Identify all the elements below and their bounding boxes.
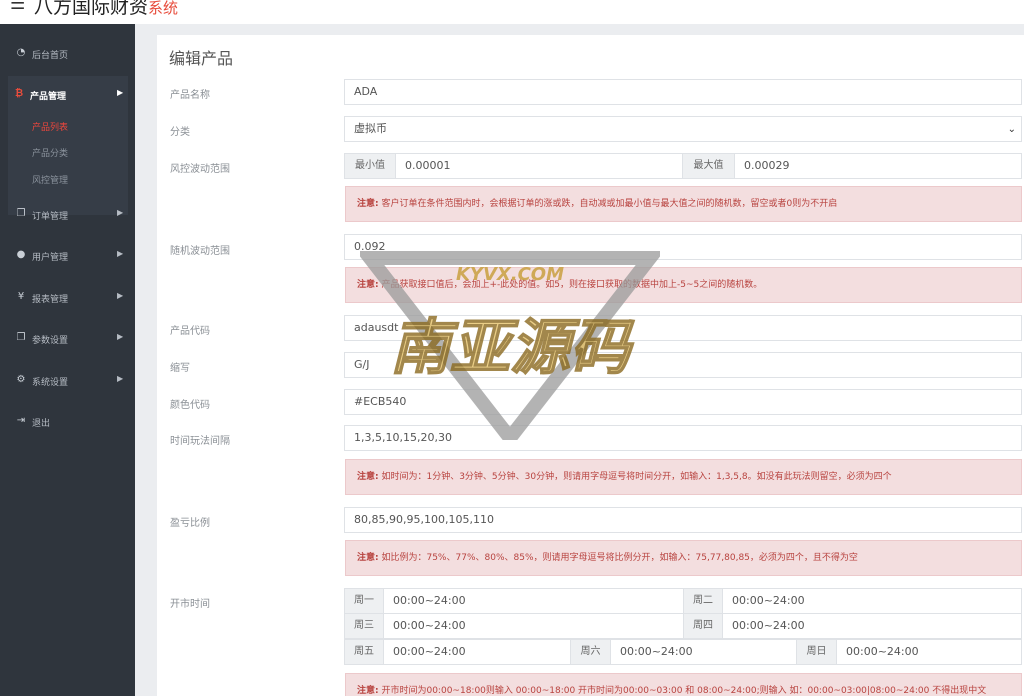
- category-select-value: 虚拟币: [354, 122, 387, 135]
- product-code-label: 产品代码: [170, 326, 210, 337]
- opening-input-thu[interactable]: 00:00~24:00: [722, 613, 1022, 639]
- day-addon-mon: 周一: [344, 588, 384, 614]
- sidebar-item-reports[interactable]: ¥ 报表管理 ▶: [0, 279, 135, 317]
- chevron-down-icon: ⌄: [1007, 124, 1016, 135]
- time-interval-label: 时间玩法间隔: [170, 436, 230, 447]
- day-addon-sun: 周日: [796, 639, 837, 665]
- sidebar-item-logout[interactable]: ⇥ 退出: [0, 403, 135, 441]
- chevron-right-icon: ▶: [117, 291, 124, 300]
- opening-input-sun[interactable]: 00:00~24:00: [836, 639, 1022, 665]
- min-value-addon: 最小值: [344, 153, 396, 179]
- page-title: 编辑产品: [169, 49, 234, 68]
- chevron-right-icon: ▶: [117, 374, 124, 383]
- product-name-input[interactable]: ADA: [344, 79, 1022, 105]
- ratio-notice: 注意: 如比例为：75%、77%、80%、85%，则请用字母逗号将比例分开，如输…: [345, 540, 1022, 576]
- user-icon: ●: [16, 249, 26, 260]
- dashboard-icon: ◔: [16, 47, 26, 58]
- day-addon-thu: 周四: [683, 613, 723, 639]
- cogs-icon: ⚙: [16, 374, 26, 385]
- opening-input-tue[interactable]: 00:00~24:00: [722, 588, 1022, 614]
- opening-input-fri[interactable]: 00:00~24:00: [383, 639, 571, 665]
- svg-text:南亚源码: 南亚源码: [390, 313, 635, 383]
- risk-min-input[interactable]: 0.00001: [395, 153, 683, 179]
- max-value-addon: 最大值: [682, 153, 735, 179]
- opening-input-sat[interactable]: 00:00~24:00: [610, 639, 797, 665]
- watermark-logo: KYVX.COM 南亚源码: [360, 251, 660, 440]
- sidebar-subitem-product-category[interactable]: 产品分类: [32, 146, 68, 159]
- sidebar-item-params[interactable]: ❐ 参数设置 ▶: [0, 320, 135, 358]
- hamburger-icon[interactable]: ☰: [10, 0, 25, 14]
- app-title: 八方国际财资系统: [34, 0, 179, 18]
- sidebar-subitem-risk-control[interactable]: 风控管理: [32, 173, 68, 186]
- day-addon-tue: 周二: [683, 588, 723, 614]
- chevron-right-icon: ▶: [117, 249, 124, 258]
- category-label: 分类: [170, 127, 190, 138]
- interval-notice: 注意: 如时间为：1分钟、3分钟、5分钟、30分钟，则请用字母逗号将时间分开，如…: [345, 459, 1022, 495]
- sidebar-item-orders[interactable]: ❐ 订单管理 ▶: [0, 196, 135, 234]
- day-addon-sat: 周六: [570, 639, 611, 665]
- day-addon-wed: 周三: [344, 613, 384, 639]
- sidebar-group-products: ₿ 产品管理 ▶ 产品列表 产品分类 风控管理: [8, 76, 128, 215]
- opening-time-label: 开市时间: [170, 599, 210, 610]
- chevron-right-icon: ▶: [117, 208, 124, 217]
- chevron-right-icon: ▶: [117, 88, 124, 97]
- copy-icon: ❐: [16, 332, 26, 343]
- random-range-label: 随机波动范围: [170, 246, 230, 257]
- risk-notice: 注意: 客户订单在条件范围内时，会根据订单的涨或跌，自动减或加最小值与最大值之间…: [345, 186, 1022, 222]
- profit-ratio-label: 盈亏比例: [170, 518, 210, 529]
- day-addon-fri: 周五: [344, 639, 384, 665]
- svg-text:KYVX.COM: KYVX.COM: [456, 264, 564, 285]
- abbreviation-label: 缩写: [170, 363, 190, 374]
- product-name-label: 产品名称: [170, 90, 210, 101]
- sidebar-item-products[interactable]: ₿ 产品管理 ▶: [8, 76, 128, 114]
- sidebar: ◔ 后台首页 ₿ 产品管理 ▶ 产品列表 产品分类 风控管理 ❐ 订单管理 ▶ …: [0, 24, 135, 696]
- risk-max-input[interactable]: 0.00029: [734, 153, 1022, 179]
- profit-ratio-input[interactable]: 80,85,90,95,100,105,110: [344, 507, 1022, 533]
- sidebar-item-dashboard[interactable]: ◔ 后台首页: [0, 35, 135, 73]
- bitcoin-icon: ₿: [15, 88, 24, 99]
- category-select[interactable]: 虚拟币 ⌄: [344, 116, 1022, 142]
- chevron-right-icon: ▶: [117, 332, 124, 341]
- sidebar-subitem-product-list[interactable]: 产品列表: [32, 120, 68, 133]
- risk-range-label: 风控波动范围: [170, 164, 230, 175]
- opening-input-mon[interactable]: 00:00~24:00: [383, 588, 684, 614]
- top-bar: ☰ 八方国际财资系统: [0, 0, 1024, 24]
- sidebar-item-users[interactable]: ● 用户管理 ▶: [0, 237, 135, 275]
- opening-notice: 注意: 开市时间为00:00~18:00则输入 00:00~18:00 开市时间…: [345, 673, 1022, 696]
- sign-out-icon: ⇥: [16, 415, 26, 426]
- sidebar-item-system[interactable]: ⚙ 系统设置 ▶: [0, 362, 135, 400]
- copy-icon: ❐: [16, 208, 26, 219]
- yen-icon: ¥: [17, 291, 25, 302]
- opening-input-wed[interactable]: 00:00~24:00: [383, 613, 684, 639]
- color-code-label: 颜色代码: [170, 400, 210, 411]
